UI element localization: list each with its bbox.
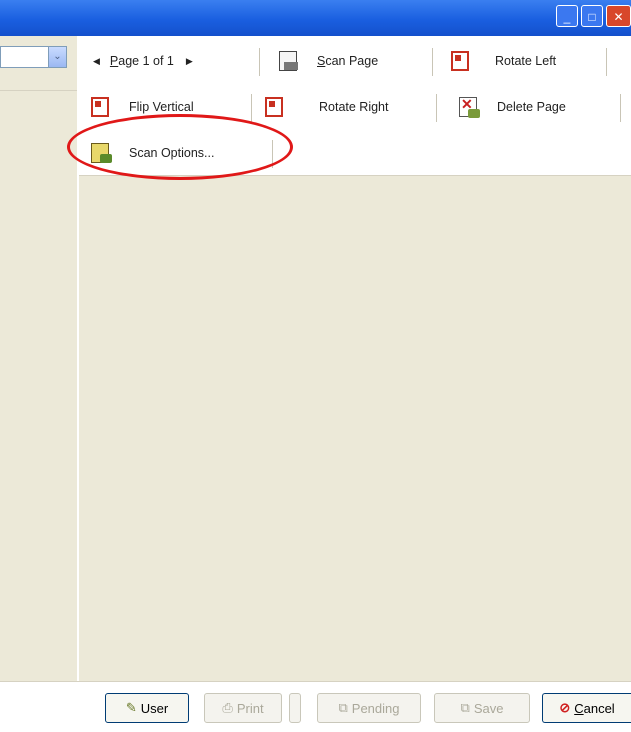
- toolbar-row-3: Scan Options...: [79, 134, 631, 172]
- toolbar-separator: [259, 48, 260, 76]
- save-label: Save: [473, 700, 504, 716]
- chevron-down-icon[interactable]: ⌄: [48, 47, 66, 67]
- toolbar: ◀ Page 1 of 1 ▶ Scan Page Rotate Left Fl…: [79, 36, 631, 176]
- scan-page-label: Scan Page: [317, 54, 379, 68]
- toolbar-separator: [272, 140, 273, 168]
- title-bar: _ □ ✕: [0, 0, 631, 36]
- bottom-bar: ✎ User ⎙ Print ⧉ Pending ⧉ Save ⊘ Cancel: [0, 681, 631, 732]
- delete-page-button[interactable]: Delete Page: [459, 92, 566, 122]
- pager: ◀ Page 1 of 1 ▶: [93, 46, 193, 76]
- delete-page-label: Delete Page: [497, 100, 566, 114]
- toolbar-separator: [436, 94, 437, 122]
- flip-vertical-icon: [91, 97, 109, 117]
- scan-options-icon: [91, 143, 112, 163]
- user-label: User: [140, 700, 169, 716]
- toolbar-separator: [620, 94, 621, 122]
- user-icon: ✎: [125, 700, 137, 715]
- rotate-right-button[interactable]: Rotate Right: [265, 92, 388, 122]
- toolbar-separator: [251, 94, 252, 122]
- pending-icon: ⧉: [338, 700, 348, 715]
- printer-icon: ⎙: [222, 700, 233, 715]
- save-icon: ⧉: [460, 700, 470, 715]
- flip-vertical-button[interactable]: Flip Vertical: [91, 92, 194, 122]
- thumbnail-pane: [0, 90, 77, 682]
- print-label: Print: [236, 700, 264, 716]
- scanner-icon: [279, 51, 298, 71]
- flip-vertical-label: Flip Vertical: [129, 100, 194, 114]
- print-dropdown-button[interactable]: [289, 693, 301, 723]
- rotate-left-button[interactable]: Rotate Left: [451, 46, 556, 76]
- pending-button[interactable]: ⧉ Pending: [317, 693, 421, 723]
- pager-label: Page 1 of 1: [109, 54, 174, 68]
- prev-page-icon[interactable]: ◀: [93, 56, 100, 67]
- toolbar-separator: [606, 48, 607, 76]
- pending-label: Pending: [351, 700, 400, 716]
- save-button[interactable]: ⧉ Save: [434, 693, 530, 723]
- rotate-right-label: Rotate Right: [319, 100, 389, 114]
- left-panel: ⌄: [0, 36, 79, 682]
- minimize-button[interactable]: _: [556, 5, 578, 27]
- toolbar-separator: [432, 48, 433, 76]
- scan-options-label: Scan Options...: [129, 146, 215, 160]
- rotate-left-icon: [451, 51, 469, 71]
- cancel-button[interactable]: ⊘ Cancel: [542, 693, 631, 723]
- cancel-icon: ⊘: [559, 700, 571, 715]
- next-page-icon[interactable]: ▶: [186, 56, 193, 67]
- cancel-label: Cancel: [574, 700, 615, 716]
- rotate-left-label: Rotate Left: [495, 54, 557, 68]
- toolbar-row-2: Flip Vertical Rotate Right Delete Page: [79, 88, 631, 126]
- document-canvas[interactable]: [79, 176, 631, 681]
- print-button[interactable]: ⎙ Print: [204, 693, 282, 723]
- user-button[interactable]: ✎ User: [105, 693, 189, 723]
- rotate-right-icon: [265, 97, 283, 117]
- maximize-button[interactable]: □: [581, 5, 603, 27]
- scan-options-button[interactable]: Scan Options...: [91, 138, 214, 168]
- document-combo[interactable]: ⌄: [0, 46, 67, 68]
- scan-page-button[interactable]: Scan Page: [279, 46, 378, 76]
- toolbar-row-1: ◀ Page 1 of 1 ▶ Scan Page Rotate Left: [79, 42, 631, 80]
- delete-page-icon: [459, 96, 480, 118]
- close-button[interactable]: ✕: [606, 5, 631, 27]
